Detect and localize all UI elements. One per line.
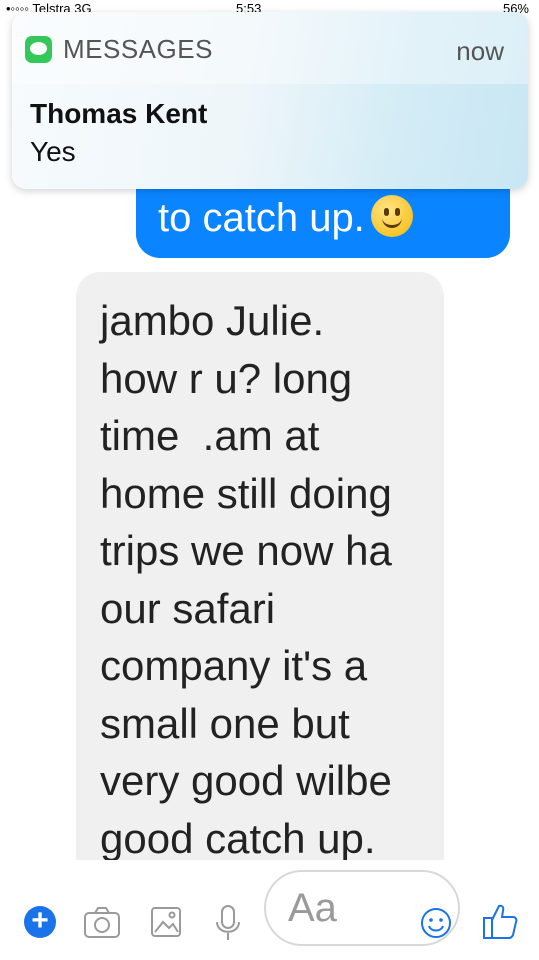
thumbs-up-icon[interactable] [482, 902, 518, 940]
message-line: home still doing [100, 469, 392, 517]
outgoing-message: to catch up. [158, 194, 413, 242]
incoming-message-text: jambo Julie. how r u? long time .am at h… [100, 292, 392, 867]
message-line: small one but [100, 699, 350, 747]
microphone-icon[interactable] [208, 902, 248, 942]
notification-app-name: MESSAGES [63, 34, 213, 64]
message-line: very good wilbe [100, 757, 392, 804]
gallery-icon[interactable] [146, 902, 186, 942]
message-line: our safari [100, 584, 276, 632]
notification-time: now [456, 36, 504, 66]
notification-header: MESSAGES now [12, 12, 528, 84]
incoming-message-bubble[interactable]: jambo Julie. how r u? long time .am at h… [76, 272, 444, 870]
message-line: company it's a [100, 642, 368, 689]
message-line: time .am at [100, 412, 320, 459]
emoji-icon[interactable] [420, 907, 452, 939]
outgoing-message-text: to catch up. [158, 196, 365, 240]
notification-message: Yes [30, 136, 76, 167]
message-line: trips we now ha [100, 527, 392, 574]
smiley-emoji-icon [370, 195, 413, 237]
message-line: good catch up. [100, 814, 376, 862]
composer-bar: + Aa [0, 860, 539, 960]
message-line: jambo Julie. [100, 297, 325, 344]
message-input-placeholder: Aa [288, 886, 337, 930]
notification-sender: Thomas Kent [30, 98, 208, 129]
notification-banner[interactable]: MESSAGES now Thomas Kent Yes [12, 12, 528, 189]
camera-icon[interactable] [82, 902, 122, 942]
messages-app-icon [25, 36, 52, 63]
message-line: how r u? long [100, 354, 353, 402]
plus-icon[interactable]: + [24, 906, 56, 938]
